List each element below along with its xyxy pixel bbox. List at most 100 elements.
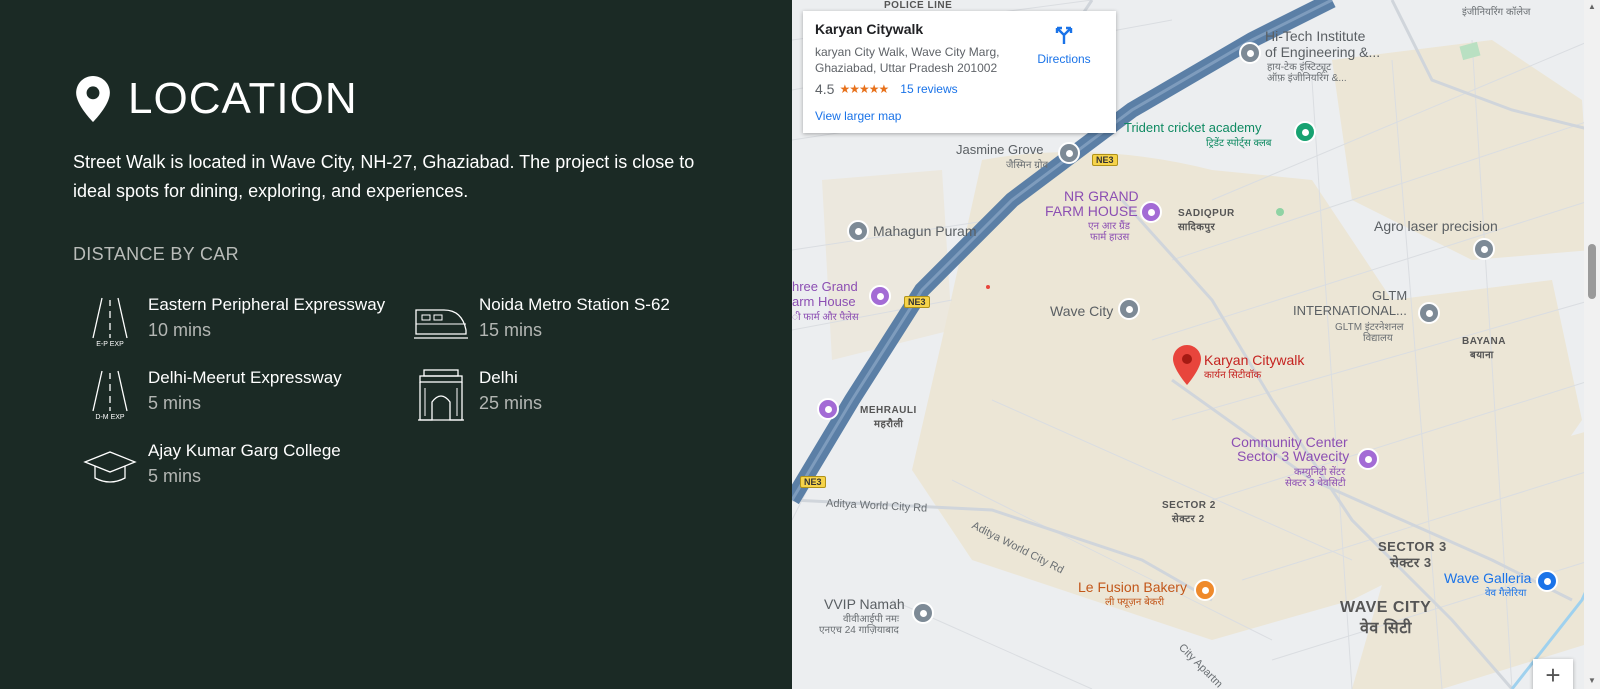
map-label: वेव सिटी — [1360, 620, 1412, 637]
map-label: बयाना — [1470, 350, 1494, 361]
map-label: POLICE LINE — [884, 0, 953, 11]
place-marker-icon[interactable] — [1357, 448, 1379, 470]
distance-item: Noida Metro Station S-62 15 mins — [413, 294, 670, 350]
map-label[interactable]: FARM HOUSE — [1045, 203, 1138, 219]
place-info-card: Karyan Citywalk karyan City Walk, Wave C… — [803, 11, 1116, 133]
distance-item: Delhi 25 mins — [413, 367, 542, 423]
travel-time: 10 mins — [148, 320, 212, 340]
map-label[interactable]: Le Fusion Bakery — [1078, 579, 1187, 595]
map-label[interactable]: Agro laser precision — [1374, 218, 1498, 234]
highway-shield: NE3 — [904, 296, 930, 308]
karyan-location-marker-icon[interactable] — [1173, 345, 1201, 385]
distance-item: E-P EXP Eastern Peripheral Expressway 10… — [82, 294, 385, 350]
map-label[interactable]: Jasmine Grove — [956, 142, 1043, 157]
directions-icon — [1055, 26, 1073, 44]
metro-train-icon — [413, 294, 469, 350]
place-rating: 4.5 ★★★★★ 15 reviews — [815, 81, 958, 97]
map-label[interactable]: VVIP Namah — [824, 596, 905, 612]
distance-item: Ajay Kumar Garg College 5 mins — [82, 440, 341, 496]
map-label: SECTOR 3 — [1378, 539, 1447, 554]
map-label[interactable]: Wave Galleria — [1444, 570, 1531, 586]
map-label[interactable]: arm House — [792, 294, 856, 309]
map-label: वेव गैलेरिया — [1485, 588, 1527, 599]
place-marker-icon[interactable] — [1473, 238, 1495, 260]
scroll-up-icon[interactable]: ▲ — [1588, 2, 1596, 11]
map-label: सेक्टर 3 — [1390, 555, 1432, 570]
map-label[interactable]: hree Grand — [792, 279, 858, 294]
highway-shield: NE3 — [1092, 154, 1118, 166]
place-address: karyan City Walk, Wave City Marg, Ghazia… — [815, 45, 1000, 75]
map-label[interactable]: of Engineering &... — [1265, 44, 1380, 60]
shopping-marker-icon[interactable] — [1536, 570, 1558, 592]
destination-name: Ajay Kumar Garg College — [148, 441, 341, 460]
map-label: WAVE CITY — [1340, 599, 1432, 616]
place-marker-icon[interactable] — [1118, 298, 1140, 320]
place-marker-icon[interactable] — [1239, 42, 1261, 64]
travel-time: 5 mins — [148, 466, 202, 486]
view-larger-map-link[interactable]: View larger map — [815, 109, 901, 123]
map-label: महरौली — [874, 419, 904, 430]
road-icon: E-P EXP — [82, 294, 138, 350]
place-marker-icon[interactable] — [1140, 201, 1162, 223]
map-label: विद्यालय — [1363, 333, 1393, 344]
svg-text:D-M EXP: D-M EXP — [95, 414, 125, 421]
directions-button[interactable]: Directions — [1029, 23, 1099, 66]
travel-time: 25 mins — [479, 393, 543, 413]
place-marker-icon[interactable] — [1294, 121, 1316, 143]
scrollbar-thumb[interactable] — [1588, 244, 1596, 299]
map-label: कार्यन सिटीवॉक — [1204, 370, 1262, 381]
scroll-down-icon[interactable]: ▼ — [1588, 676, 1596, 685]
map-label: सादिकपुर — [1178, 222, 1216, 233]
travel-time: 5 mins — [148, 393, 202, 413]
embedded-map[interactable]: NE3 NE3 NE3 POLICE LINE इंजीनियरिंग कॉले… — [792, 0, 1600, 689]
svg-text:E-P EXP: E-P EXP — [96, 341, 124, 348]
destination-name: Noida Metro Station S-62 — [479, 295, 670, 314]
map-label: इंजीनियरिंग कॉलेज — [1462, 7, 1531, 18]
distance-title: DISTANCE BY CAR — [73, 244, 239, 264]
travel-time: 15 mins — [479, 320, 543, 340]
map-label: ली फ्यूज़न बेकरी — [1105, 597, 1165, 608]
location-description: Street Walk is located in Wave City, NH-… — [73, 152, 695, 201]
map-label: SADIQPUR — [1178, 208, 1235, 219]
map-label: MEHRAULI — [860, 405, 917, 416]
map-label: ी फार्म और पैलेस — [792, 312, 859, 323]
location-header: LOCATION — [74, 74, 358, 124]
map-label[interactable]: Karyan Citywalk — [1204, 352, 1304, 368]
map-label: ट्रिडेंट स्पोर्ट्स क्लब — [1206, 138, 1272, 149]
location-panel: LOCATION Street Walk is located in Wave … — [0, 0, 792, 689]
map-label[interactable]: NR GRAND — [1064, 188, 1139, 204]
destination-name: Delhi — [479, 368, 518, 387]
destination-name: Delhi-Meerut Expressway — [148, 368, 342, 387]
map-label[interactable]: Mahagun Puram — [873, 223, 977, 239]
road-icon: D-M EXP — [82, 367, 138, 423]
zoom-in-button[interactable]: + — [1533, 659, 1573, 689]
map-label: सेक्टर 2 — [1172, 514, 1205, 525]
map-label[interactable]: INTERNATIONAL... — [1293, 303, 1407, 318]
place-marker-icon[interactable] — [847, 220, 869, 242]
india-gate-icon — [413, 367, 469, 423]
map-label: SECTOR 2 — [1162, 500, 1216, 511]
map-label[interactable]: GLTM — [1372, 288, 1407, 303]
place-marker-icon[interactable] — [1058, 142, 1080, 164]
rating-stars-icon: ★★★★★ — [839, 82, 889, 96]
page-scrollbar[interactable]: ▲ ▼ — [1584, 0, 1600, 689]
place-marker-icon[interactable] — [1418, 302, 1440, 324]
distance-item: D-M EXP Delhi-Meerut Expressway 5 mins — [82, 367, 342, 423]
map-label[interactable]: Hi-Tech Institute — [1265, 28, 1365, 44]
place-marker-icon[interactable] — [869, 285, 891, 307]
rating-value: 4.5 — [815, 81, 835, 97]
place-marker-icon[interactable] — [817, 398, 839, 420]
place-title: Karyan Citywalk — [815, 21, 924, 37]
location-title: LOCATION — [128, 74, 358, 123]
map-label[interactable]: Wave City — [1050, 303, 1113, 319]
map-label[interactable]: Trident cricket academy — [1124, 120, 1262, 135]
bakery-marker-icon[interactable] — [1194, 579, 1216, 601]
map-label: ऑफ़ इंजीनियरिंग &... — [1267, 73, 1347, 84]
map-label: एनएच 24 गाज़ियाबाद — [819, 625, 899, 636]
map-label: फार्म हाउस — [1090, 232, 1130, 243]
place-marker-icon[interactable] — [912, 602, 934, 624]
map-label[interactable]: Sector 3 Wavecity — [1237, 448, 1349, 464]
directions-label: Directions — [1037, 52, 1091, 66]
graduation-cap-icon — [82, 440, 138, 496]
reviews-link[interactable]: 15 reviews — [900, 82, 957, 96]
